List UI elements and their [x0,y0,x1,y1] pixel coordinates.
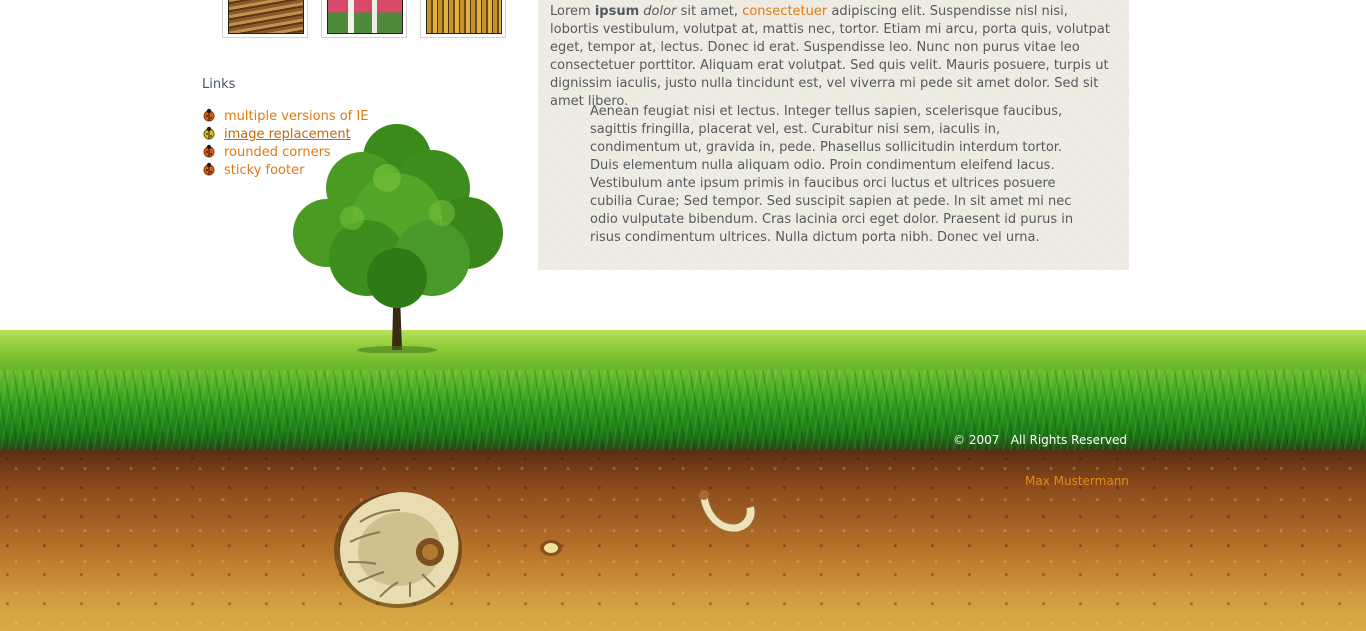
text-sit-amet: sit amet, [680,4,739,19]
small-grub-illustration [699,490,756,533]
pebble-illustration [540,540,562,556]
thumbnail-wood[interactable] [222,0,308,38]
ladybug-icon [203,108,215,122]
text-ipsum-bold: ipsum [594,4,640,19]
soil-band [0,450,1366,631]
ladybug-icon [203,126,215,140]
text-lorem: Lorem [550,4,591,19]
page: Links multiple versions of IE image repl… [0,0,1366,631]
consectetuer-link[interactable]: consectetuer [742,4,827,19]
tree-illustration [293,124,503,353]
thumbnail-forest[interactable] [420,0,506,38]
grub-illustration [334,492,462,608]
forest-image [426,0,502,34]
footer-author-link[interactable]: Max Mustermann [1025,474,1129,488]
blossom-image [327,0,403,34]
ladybug-icon [203,144,215,158]
ladybug-icon [203,162,215,176]
text-dolor-italic: dolor [643,4,677,19]
thumbnail-blossoms[interactable] [321,0,407,38]
wood-image [228,0,304,34]
intro-rest: adipiscing elit. Suspendisse nisl nisi, … [550,4,1110,109]
blockquote-paragraph: Aenean feugiat nisi et lectus. Integer t… [590,104,1074,245]
links-heading: Links [202,77,236,92]
grass-band [0,370,1366,455]
footer-copyright: © 2007 All Rights Reserved [953,433,1128,447]
intro-paragraph: Lorem ipsum dolor sit amet, consectetuer… [550,3,1120,111]
content-panel: Lorem ipsum dolor sit amet, consectetuer… [538,0,1129,270]
